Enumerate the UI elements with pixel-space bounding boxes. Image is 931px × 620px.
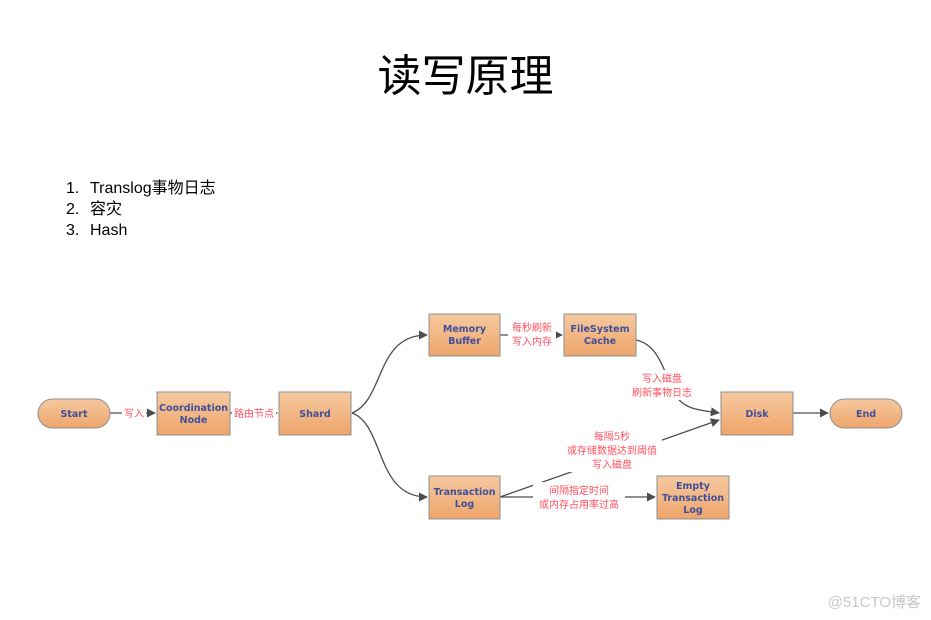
flow-diagram: Start Coordination Node Shard Memory Buf…: [37, 313, 903, 520]
node-end: End: [829, 398, 903, 429]
svg-text:Transaction: Transaction: [433, 487, 495, 498]
node-empty-transaction-log: Empty Transaction Log: [656, 475, 730, 520]
node-memory-buffer: Memory Buffer: [428, 313, 501, 357]
node-transaction-log: Transaction Log: [428, 475, 501, 520]
edge-label-flush: 写入磁盘: [642, 372, 682, 385]
svg-text:Memory: Memory: [443, 324, 487, 335]
svg-text:Node: Node: [180, 415, 208, 426]
svg-text:Disk: Disk: [745, 409, 769, 420]
edge-label-sync: 每隔5秒: [594, 430, 630, 443]
svg-text:Shard: Shard: [299, 409, 331, 420]
edge-label-clear: 间隔指定时间: [549, 484, 609, 497]
node-filesystem-cache: FileSystem Cache: [563, 313, 637, 357]
svg-text:Start: Start: [60, 409, 87, 420]
svg-text:Transaction: Transaction: [662, 493, 724, 504]
node-shard: Shard: [278, 391, 352, 436]
edge-label-write: 写入: [124, 408, 144, 420]
watermark: @51CTO博客: [827, 594, 921, 611]
svg-text:Log: Log: [683, 505, 702, 516]
edge-label-route: 路由节点: [234, 407, 274, 420]
edge-shard-translog: [351, 412, 428, 502]
svg-text:FileSystem: FileSystem: [570, 324, 629, 335]
edge-label-refresh: 写入内存: [512, 335, 552, 348]
svg-text:Log: Log: [455, 499, 474, 510]
edge-label-sync: 或存储数据达到阈值: [567, 444, 657, 457]
node-disk: Disk: [720, 391, 794, 436]
svg-text:End: End: [856, 409, 876, 420]
edge-label-flush: 刷新事物日志: [632, 386, 692, 399]
edge-shard-membuf: [351, 330, 428, 414]
svg-text:Empty: Empty: [676, 481, 711, 492]
svg-text:Buffer: Buffer: [448, 336, 481, 347]
edge-label-clear: 或内存占用率过高: [539, 498, 619, 511]
edge-label-refresh: 每秒刷新: [512, 321, 552, 334]
node-start: Start: [37, 398, 111, 429]
node-coordination-node: Coordination Node: [156, 391, 231, 436]
edge-label-sync: 写入磁盘: [592, 458, 632, 471]
svg-text:Cache: Cache: [584, 336, 616, 347]
svg-text:Coordination: Coordination: [159, 403, 228, 414]
